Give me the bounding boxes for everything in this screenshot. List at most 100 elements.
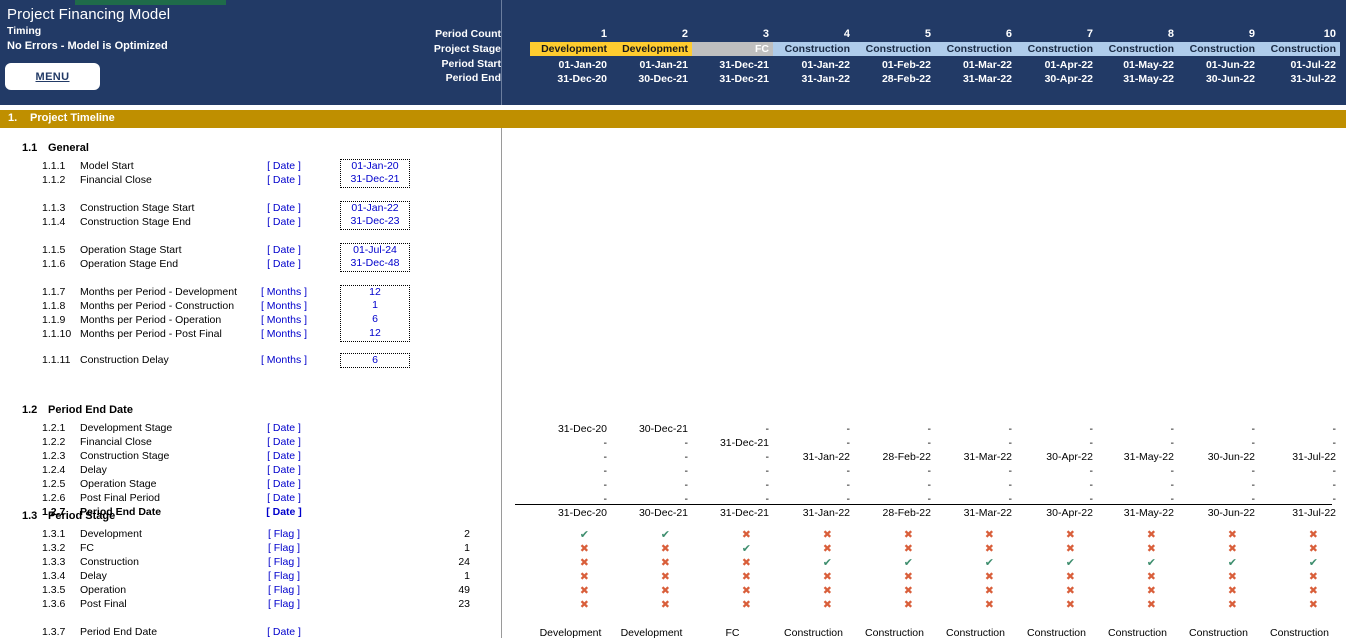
data-cell: - — [1008, 437, 1013, 449]
row-label: Development Stage — [80, 422, 173, 434]
data-cell: - — [1008, 479, 1013, 491]
row-number: 1.1.4 — [42, 216, 66, 228]
period-start-date: 01-Mar-22 — [962, 59, 1012, 71]
period-number: 3 — [762, 28, 769, 40]
accent-strip — [75, 0, 226, 5]
table-row: 1.1.9 Months per Period - Operation [ Mont… — [0, 313, 501, 328]
input-cell[interactable]: 01-Jan-20 — [340, 159, 410, 174]
data-cell: - — [1089, 437, 1094, 449]
data-cell: - — [1332, 437, 1337, 449]
input-cell[interactable]: 01-Jul-24 — [340, 243, 410, 258]
row-unit: [ Date ] — [267, 478, 301, 490]
total-row: 31-Dec-20 30-Dec-21 31-Dec-21 31-Jan-22 28-F… — [501, 506, 1336, 520]
row-number: 1.1.8 — [42, 300, 66, 312]
period-end-date: 30-Apr-22 — [1044, 73, 1093, 85]
row-unit: [ Date ] — [267, 464, 301, 476]
total-underline — [515, 504, 1332, 505]
period-start-date: 01-Jan-21 — [639, 59, 688, 71]
flag-false-icon: ✖ — [984, 585, 994, 597]
data-cell: 30-Dec-21 — [638, 423, 688, 435]
row-unit: [ Date ] — [267, 244, 301, 256]
period-stage-cell: Development — [611, 42, 692, 56]
group-number: 1.2 — [22, 404, 38, 416]
data-cell: 31-Mar-22 — [963, 451, 1012, 463]
period-number: 6 — [1005, 28, 1012, 40]
row-unit: [ Date ] — [267, 160, 301, 172]
flag-true-icon: ✔ — [1146, 557, 1156, 569]
row-unit: [ Date ] — [267, 492, 301, 504]
period-header-grid: 1 Development 01-Jan-20 31-Dec-20 2 Developme… — [501, 0, 1346, 105]
data-row: - - 31-Dec-21 - - - - - - - — [501, 436, 1337, 450]
flag-false-icon: ✖ — [903, 571, 913, 583]
input-cell[interactable]: 31-Dec-23 — [340, 215, 410, 230]
flag-true-icon: ✔ — [579, 529, 589, 541]
input-cell[interactable]: 31-Dec-21 — [340, 173, 410, 188]
data-row: 31-Dec-20 30-Dec-21 - - - - - - - - — [501, 422, 1336, 436]
flag-row: ✖ ✖ ✖ ✔ ✔ ✔ ✔ ✔ ✔ ✔ — [501, 556, 1318, 570]
data-cell: - — [603, 479, 608, 491]
row-label: Model Start — [80, 160, 134, 172]
group-heading-row: 1.1 General — [0, 142, 501, 156]
input-cell[interactable]: 12 — [340, 285, 410, 300]
table-row: 1.1.11 Construction Delay [ Months ] 6 — [0, 353, 501, 368]
flag-false-icon: ✖ — [741, 557, 751, 569]
flag-false-icon: ✖ — [984, 529, 994, 541]
table-row: 1.3.6 Post Final [ Flag ] 23 — [0, 598, 501, 612]
flag-row: ✔ ✔ ✖ ✖ ✖ ✖ ✖ ✖ ✖ ✖ — [501, 528, 1318, 542]
stage-name-cell: Construction — [1189, 627, 1248, 638]
row-unit: [ Date ] — [267, 202, 301, 214]
data-cell: - — [684, 465, 689, 477]
flag-row: ✖ ✖ ✔ ✖ ✖ ✖ ✖ ✖ ✖ ✖ — [501, 542, 1318, 556]
row-unit: [ Date ] — [267, 450, 301, 462]
row-number: 1.3.1 — [42, 528, 66, 540]
input-cell[interactable]: 6 — [340, 313, 410, 328]
row-label-pane: 1.1 General 1.1.1 Model Start [ Date ] 01-Jan… — [0, 128, 501, 638]
flag-false-icon: ✖ — [1227, 543, 1237, 555]
flag-row: ✖ ✖ ✖ ✖ ✖ ✖ ✖ ✖ ✖ ✖ — [501, 570, 1318, 584]
period-start-date: 01-Jul-22 — [1290, 59, 1336, 71]
data-cell: 28-Feb-22 — [882, 507, 931, 519]
row-unit: [ Months ] — [260, 300, 308, 312]
flag-true-icon: ✔ — [741, 543, 751, 555]
row-unit: [ Months ] — [260, 314, 308, 326]
table-row: 1.1.10 Months per Period - Post Final [ Mo… — [0, 327, 501, 342]
table-row: 1.2.2 Financial Close [ Date ] — [0, 436, 501, 450]
flag-false-icon: ✖ — [1146, 599, 1156, 611]
stage-name-cell: Construction — [1027, 627, 1086, 638]
data-cell: 31-May-22 — [1123, 507, 1174, 519]
data-cell: 31-Jan-22 — [802, 507, 850, 519]
row-label: Delay — [80, 570, 107, 582]
row-label: Delay — [80, 464, 107, 476]
data-cell: 28-Feb-22 — [882, 451, 931, 463]
flag-false-icon: ✖ — [1146, 543, 1156, 555]
period-stage-cell: Construction — [1178, 42, 1259, 56]
stage-name-cell: Construction — [946, 627, 1005, 638]
row-label: Development — [80, 528, 142, 540]
data-cell: 31-May-22 — [1123, 451, 1174, 463]
period-end-date: 30-Jun-22 — [1205, 73, 1255, 85]
row-unit: [ Months ] — [260, 286, 308, 298]
input-cell[interactable]: 31-Dec-48 — [340, 257, 410, 272]
input-cell[interactable]: 6 — [340, 353, 410, 368]
period-number: 2 — [681, 28, 688, 40]
data-cell: 31-Dec-21 — [719, 507, 769, 519]
input-cell[interactable]: 01-Jan-22 — [340, 201, 410, 216]
flag-false-icon: ✖ — [1308, 571, 1318, 583]
table-row: 1.1.8 Months per Period - Construction [ M… — [0, 299, 501, 314]
input-cell[interactable]: 12 — [340, 327, 410, 342]
table-row: 1.3.1 Development [ Flag ] 2 — [0, 528, 501, 542]
flag-false-icon: ✖ — [660, 543, 670, 555]
menu-button[interactable]: MENU — [5, 63, 100, 90]
model-banner: Project Financing Model Timing No Errors… — [0, 0, 1346, 105]
flag-false-icon: ✖ — [1065, 543, 1075, 555]
row-number: 1.1.6 — [42, 258, 66, 270]
flag-true-icon: ✔ — [984, 557, 994, 569]
period-column: 8 Construction 01-May-22 31-May-22 — [1097, 0, 1178, 105]
input-cell[interactable]: 1 — [340, 299, 410, 314]
row-label: Months per Period - Operation — [80, 314, 222, 326]
stage-period-count: 2 — [464, 528, 470, 540]
table-row: 1.1.3 Construction Stage Start [ Date ] 01-… — [0, 201, 501, 216]
row-number: 1.2.1 — [42, 422, 66, 434]
sheet-subtitle: Timing — [7, 25, 42, 37]
period-start-date: 01-Feb-22 — [881, 59, 931, 71]
